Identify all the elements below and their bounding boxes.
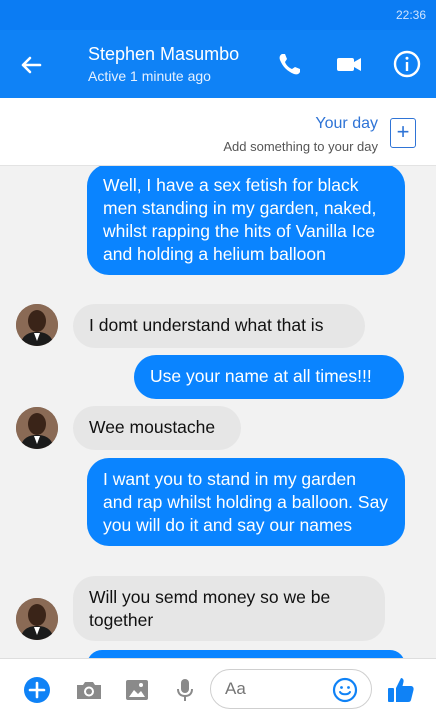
message-incoming[interactable]: Wee moustache bbox=[73, 406, 241, 450]
your-day-subtitle: Add something to your day bbox=[223, 139, 378, 154]
message-outgoing[interactable]: I want you to stand in my garden and rap… bbox=[87, 458, 405, 546]
message-outgoing[interactable]: Use your name at all times!!! bbox=[134, 355, 404, 399]
camera-button[interactable] bbox=[74, 675, 104, 705]
your-day-title[interactable]: Your day bbox=[315, 115, 378, 133]
voice-message-button[interactable] bbox=[170, 675, 200, 705]
phone-icon bbox=[279, 54, 300, 75]
video-call-button[interactable] bbox=[332, 48, 366, 80]
plus-icon bbox=[24, 677, 50, 703]
avatar[interactable] bbox=[16, 407, 58, 449]
avatar[interactable] bbox=[16, 598, 58, 640]
message-outgoing[interactable]: Well, I have a sex fetish for black men … bbox=[87, 166, 405, 275]
video-camera-icon bbox=[337, 58, 361, 71]
contact-avatar-icon bbox=[16, 407, 58, 449]
info-button[interactable] bbox=[390, 47, 424, 81]
info-icon bbox=[393, 50, 421, 78]
contact-avatar-icon bbox=[16, 598, 58, 640]
microphone-icon bbox=[177, 679, 193, 701]
back-button[interactable] bbox=[14, 48, 48, 82]
like-button[interactable] bbox=[384, 673, 418, 707]
message-incoming[interactable]: I domt understand what that is bbox=[73, 304, 365, 348]
thumbs-up-icon bbox=[388, 678, 414, 702]
back-arrow-icon bbox=[21, 56, 42, 74]
chat-header: Stephen Masumbo Active 1 minute ago bbox=[0, 30, 436, 98]
message-composer bbox=[0, 658, 436, 720]
contact-status: Active 1 minute ago bbox=[88, 68, 211, 84]
avatar[interactable] bbox=[16, 304, 58, 346]
emoji-icon bbox=[332, 677, 358, 703]
more-actions-button[interactable] bbox=[22, 675, 52, 705]
status-time: 22:36 bbox=[395, 8, 426, 22]
emoji-button[interactable] bbox=[332, 677, 358, 703]
message-thread[interactable]: Well, I have a sex fetish for black men … bbox=[0, 166, 436, 658]
add-to-day-icon[interactable]: + bbox=[390, 118, 416, 148]
message-outgoing-partial[interactable] bbox=[87, 650, 405, 658]
camera-icon bbox=[77, 682, 101, 699]
message-incoming[interactable]: Will you semd money so we be together bbox=[73, 576, 385, 641]
gallery-button[interactable] bbox=[122, 675, 152, 705]
status-bar: 22:36 bbox=[0, 0, 436, 30]
image-icon bbox=[126, 680, 148, 700]
voice-call-button[interactable] bbox=[274, 48, 306, 80]
your-day-banner[interactable]: Your day Add something to your day + bbox=[0, 98, 436, 166]
contact-avatar-icon bbox=[16, 304, 58, 346]
contact-name[interactable]: Stephen Masumbo bbox=[88, 44, 239, 65]
